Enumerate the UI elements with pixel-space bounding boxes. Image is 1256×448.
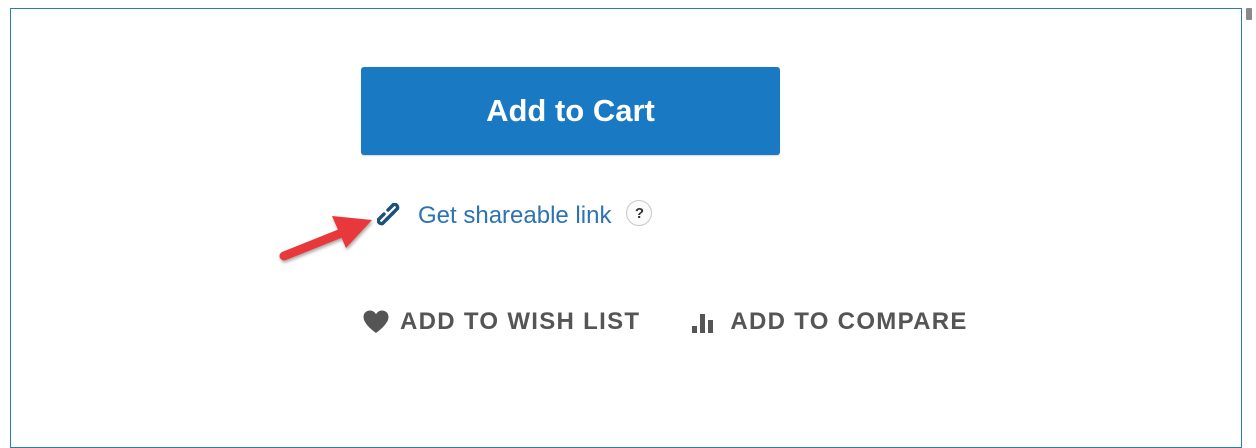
shareable-link-row: Get shareable link ? xyxy=(377,198,653,234)
compare-label: ADD TO COMPARE xyxy=(730,308,968,335)
wish-list-label: ADD TO WISH LIST xyxy=(400,308,641,335)
secondary-actions: ADD TO WISH LIST ADD TO COMPARE xyxy=(362,304,968,340)
annotation-arrow xyxy=(279,216,372,261)
link-icon[interactable] xyxy=(377,203,403,229)
bar-chart-icon xyxy=(692,314,714,333)
question-circle-icon[interactable]: ? xyxy=(626,200,653,226)
add-to-wish-list-button[interactable]: ADD TO WISH LIST xyxy=(362,308,640,336)
add-to-cart-button[interactable]: Add to Cart xyxy=(361,67,780,155)
heart-icon xyxy=(363,310,389,333)
scrollbar-thumb[interactable] xyxy=(1246,8,1252,20)
add-to-compare-button[interactable]: ADD TO COMPARE xyxy=(690,308,967,336)
get-shareable-link[interactable]: Get shareable link xyxy=(418,202,611,230)
